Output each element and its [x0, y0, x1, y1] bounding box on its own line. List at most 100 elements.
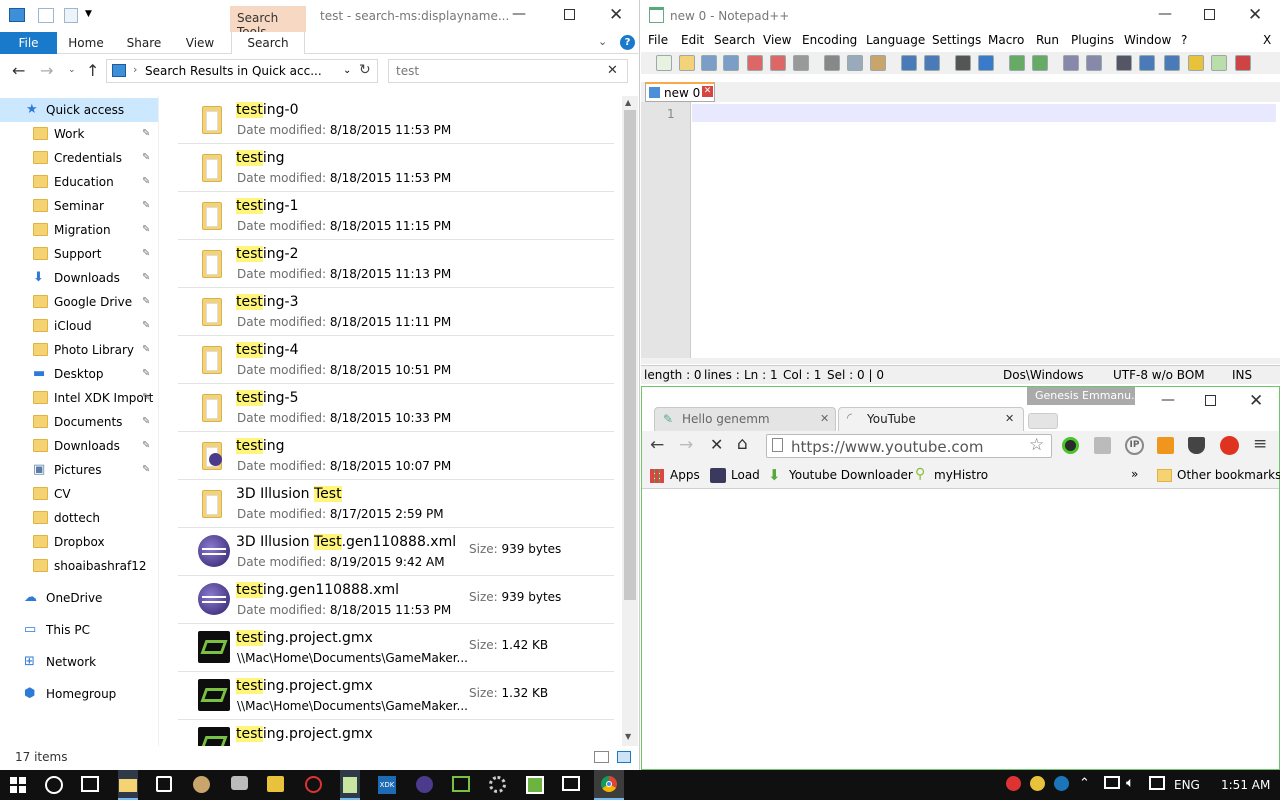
sidebar-item[interactable]: Intel XDK Import ✎	[0, 386, 158, 410]
sidebar-item[interactable]: ⬇ Downloads ✎	[0, 266, 158, 290]
sidebar-item[interactable]: Education ✎	[0, 170, 158, 194]
notepad-editor[interactable]: 1	[641, 102, 1280, 358]
bookmark-other-bookmarks[interactable]: Other bookmarks	[1177, 468, 1280, 482]
recent-locations-chevron-icon[interactable]: ⌄	[68, 65, 76, 75]
chrome-minimize-button[interactable]: —	[1161, 392, 1175, 408]
tab-view[interactable]: View	[178, 32, 222, 54]
ribbon-expand-chevron-icon[interactable]: ⌄	[598, 35, 607, 48]
redo-icon[interactable]	[924, 55, 940, 71]
sidebar-item[interactable]: ⊞ Network	[0, 650, 158, 674]
list-item[interactable]: testing-3 Date modified: 8/18/2015 11:11 …	[178, 288, 614, 336]
document-map-icon[interactable]	[1211, 55, 1227, 71]
camera-icon[interactable]	[231, 776, 248, 790]
sidebar-item[interactable]: shoaibashraf12	[0, 554, 158, 578]
adblock-icon[interactable]	[1220, 436, 1239, 455]
folder-workspace-icon[interactable]	[1188, 55, 1204, 71]
pin-icon[interactable]: ✎	[142, 242, 150, 266]
new-folder-icon[interactable]	[64, 8, 78, 23]
menu-window[interactable]: Window	[1124, 33, 1171, 47]
pin-icon[interactable]: ✎	[142, 170, 150, 194]
tab-file[interactable]: File	[0, 32, 57, 54]
tab-hello-genemm[interactable]: ✎ Hello genemm ✕	[654, 407, 836, 431]
scroll-down-icon[interactable]: ▼	[625, 732, 631, 741]
bookmark-apps[interactable]: Apps	[670, 468, 700, 482]
bookmark-star-icon[interactable]: ☆	[1029, 435, 1044, 455]
pin-icon[interactable]: ✎	[142, 122, 150, 146]
menu-run[interactable]: Run	[1036, 33, 1059, 47]
sidebar-item[interactable]: Documents ✎	[0, 410, 158, 434]
show-all-chars-icon[interactable]	[1139, 55, 1155, 71]
pin-icon[interactable]: ✎	[142, 290, 150, 314]
new-file-icon[interactable]	[656, 55, 672, 71]
menu-plugins[interactable]: Plugins	[1071, 33, 1114, 47]
help-icon[interactable]: ?	[620, 35, 635, 50]
pin-icon[interactable]: ✎	[142, 194, 150, 218]
sidebar-item[interactable]: Google Drive ✎	[0, 290, 158, 314]
list-item[interactable]: testing.project.gmx \\Mac\Home\Documents…	[178, 672, 614, 720]
menu-view[interactable]: View	[763, 33, 791, 47]
sidebar-item[interactable]: iCloud ✎	[0, 314, 158, 338]
forward-arrow-icon[interactable]: →	[40, 61, 53, 80]
taskbar-app-icon[interactable]	[267, 776, 284, 792]
zoom-in-icon[interactable]	[1009, 55, 1025, 71]
zoom-out-icon[interactable]	[1032, 55, 1048, 71]
scroll-thumb[interactable]	[624, 110, 636, 600]
tab-home[interactable]: Home	[62, 32, 110, 54]
sidebar-item[interactable]: Downloads ✎	[0, 434, 158, 458]
open-file-icon[interactable]	[679, 55, 695, 71]
sync-vertical-icon[interactable]	[1063, 55, 1079, 71]
back-arrow-icon[interactable]: ←	[650, 435, 664, 455]
task-view-icon[interactable]	[81, 776, 99, 792]
steam-icon[interactable]	[1054, 776, 1069, 791]
page-info-icon[interactable]	[772, 438, 783, 452]
address-bar[interactable]: › Search Results in Quick acc... ⌄ ↻	[106, 59, 378, 83]
list-item[interactable]: testing-2 Date modified: 8/18/2015 11:13 …	[178, 240, 614, 288]
sidebar-item[interactable]: Credentials ✎	[0, 146, 158, 170]
save-all-icon[interactable]	[723, 55, 739, 71]
replace-icon[interactable]	[978, 55, 994, 71]
url-input[interactable]: https://www.youtube.com	[791, 438, 983, 456]
print-icon[interactable]	[793, 55, 809, 71]
tray-app-icon[interactable]	[1006, 776, 1021, 791]
chrome-menu-icon[interactable]: ≡	[1253, 434, 1267, 454]
minimize-button[interactable]: —	[512, 6, 526, 22]
pin-icon[interactable]: ✎	[142, 458, 150, 482]
volume-icon[interactable]: 🔈︎	[1126, 775, 1134, 791]
list-item[interactable]: testing-4 Date modified: 8/18/2015 10:51 …	[178, 336, 614, 384]
omnibox[interactable]: https://www.youtube.com ☆	[766, 434, 1052, 458]
tab-close-icon[interactable]: ✕	[820, 412, 829, 425]
paste-icon[interactable]	[870, 55, 886, 71]
menu-macro[interactable]: Macro	[988, 33, 1024, 47]
chrome-page-content[interactable]	[642, 490, 1279, 769]
word-wrap-icon[interactable]	[1116, 55, 1132, 71]
notepad-minimize-button[interactable]: —	[1158, 6, 1172, 22]
gamemaker-icon[interactable]	[452, 776, 470, 792]
menu-search[interactable]: Search	[714, 33, 755, 47]
home-icon[interactable]: ⌂	[737, 434, 748, 454]
menu-edit[interactable]: Edit	[681, 33, 704, 47]
menu-close-document[interactable]: X	[1263, 33, 1271, 47]
sidebar-item[interactable]: ▬ Desktop ✎	[0, 362, 158, 386]
store-icon[interactable]	[156, 776, 172, 792]
menu-file[interactable]: File	[648, 33, 668, 47]
large-icons-view-icon[interactable]	[617, 751, 631, 763]
macro-record-icon[interactable]	[1235, 55, 1251, 71]
save-icon[interactable]	[701, 55, 717, 71]
tab-share[interactable]: Share	[120, 32, 168, 54]
find-icon[interactable]	[955, 55, 971, 71]
pocket-icon[interactable]	[1188, 437, 1205, 454]
properties-icon[interactable]	[38, 8, 54, 23]
sidebar-item[interactable]: CV	[0, 482, 158, 506]
tab-youtube[interactable]: ◜ YouTube ✕	[838, 407, 1024, 431]
taskbar-chrome-button[interactable]	[594, 770, 624, 800]
extension-green-icon[interactable]	[1062, 437, 1079, 454]
menu-encoding[interactable]: Encoding	[802, 33, 857, 47]
pin-icon[interactable]: ✎	[142, 362, 150, 386]
up-arrow-icon[interactable]: ↑	[86, 61, 99, 80]
list-item[interactable]: 3D Illusion Test.gen110888.xml Date modif…	[178, 528, 614, 576]
action-center-icon[interactable]	[1149, 776, 1165, 790]
sidebar-item[interactable]: ▣ Pictures ✎	[0, 458, 158, 482]
back-arrow-icon[interactable]: ←	[12, 61, 25, 80]
network-icon[interactable]	[1104, 776, 1120, 789]
list-item[interactable]: testing Date modified: 8/18/2015 11:53 PM	[178, 144, 614, 192]
